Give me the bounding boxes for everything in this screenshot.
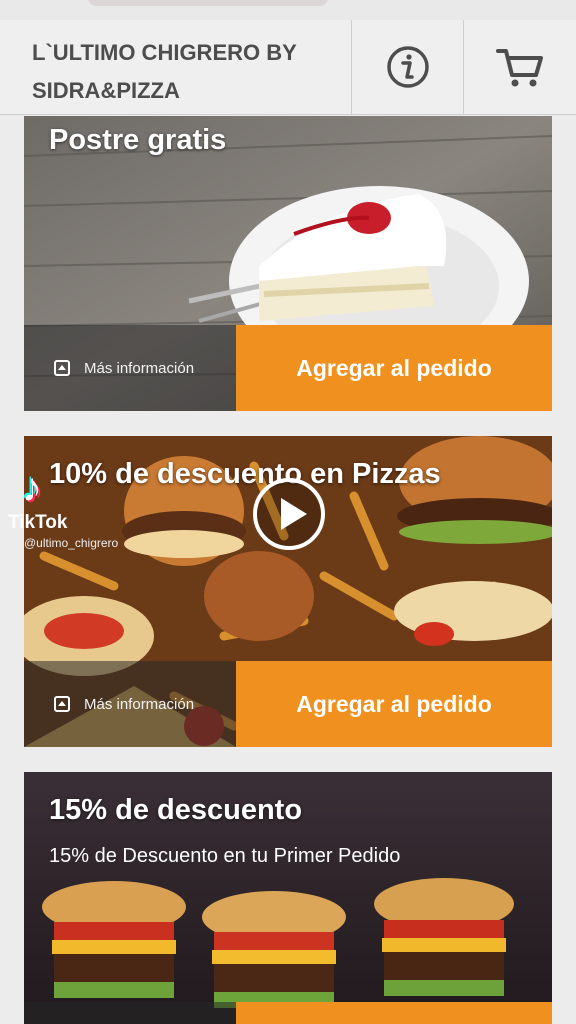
top-pill bbox=[88, 0, 328, 6]
more-info-button[interactable]: Más información bbox=[24, 661, 236, 747]
info-icon bbox=[386, 46, 429, 88]
info-button[interactable] bbox=[352, 20, 464, 114]
tiktok-watermark: ♪ TikTok @ultimo_chigrero bbox=[8, 468, 158, 568]
add-to-order-button[interactable]: Agregar al pedido bbox=[236, 325, 552, 411]
app-header: L`ULTIMO CHIGRERO BY SIDRA&PIZZA bbox=[0, 20, 576, 115]
tiktok-brand: TikTok bbox=[8, 512, 68, 533]
offers-list[interactable]: Postre gratis Más información Agregar al… bbox=[0, 116, 576, 1024]
image-icon bbox=[54, 360, 70, 376]
card-subtitle: 15% de Descuento en tu Primer Pedido bbox=[49, 845, 401, 867]
offer-card-dessert[interactable]: Postre gratis Más información Agregar al… bbox=[24, 116, 552, 411]
tiktok-handle: @ultimo_chigrero bbox=[24, 536, 119, 550]
restaurant-title-line1: L`ULTIMO CHIGRERO BY bbox=[32, 40, 297, 65]
more-info-button[interactable]: Más información bbox=[24, 325, 236, 411]
card-title: Postre gratis bbox=[49, 124, 227, 156]
status-strip bbox=[0, 0, 576, 20]
cart-button[interactable] bbox=[464, 20, 576, 114]
tiktok-icon: ♪ bbox=[22, 466, 42, 510]
cart-icon bbox=[496, 49, 543, 87]
card-title: 15% de descuento bbox=[49, 794, 303, 826]
restaurant-title: L`ULTIMO CHIGRERO BY SIDRA&PIZZA bbox=[0, 20, 352, 114]
image-icon bbox=[54, 696, 70, 712]
more-info-label: Más información bbox=[84, 695, 195, 713]
play-icon[interactable] bbox=[253, 478, 325, 550]
offer-card-first-order[interactable]: 15% de descuento 15% de Descuento en tu … bbox=[24, 772, 552, 1024]
restaurant-title-line2: SIDRA&PIZZA bbox=[32, 78, 180, 103]
add-to-order-button[interactable]: Agregar al pedido bbox=[236, 661, 552, 747]
more-info-label: Más información bbox=[84, 359, 195, 377]
